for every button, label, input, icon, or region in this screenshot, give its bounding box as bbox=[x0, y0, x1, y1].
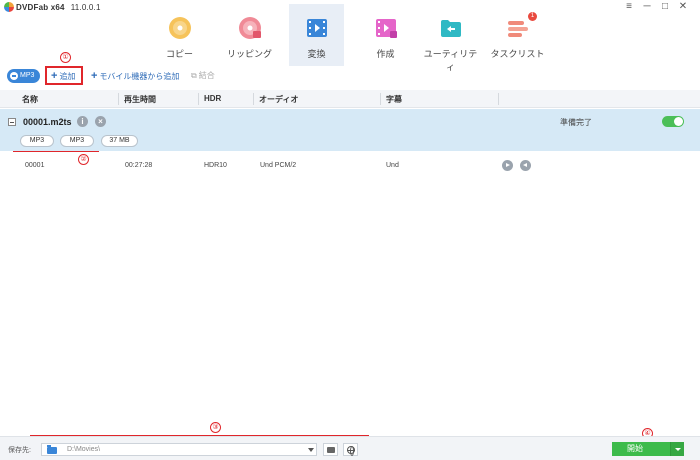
tab-converter[interactable]: 変換 bbox=[289, 4, 344, 66]
enable-toggle[interactable] bbox=[662, 116, 684, 127]
file-size-pill: 37 MB bbox=[101, 135, 138, 147]
back-icon[interactable] bbox=[520, 160, 531, 171]
merge-label: 結合 bbox=[198, 71, 215, 80]
app-name: DVDFab x64 bbox=[16, 3, 65, 12]
column-name: 名称 bbox=[22, 95, 38, 104]
annotation-3: ③ bbox=[210, 422, 221, 433]
merge-button[interactable]: ⧉ 結合 bbox=[191, 69, 215, 83]
folder-icon bbox=[47, 445, 57, 454]
app-window: DVDFab x64 11.0.0.1 ≡ ─ □ ✕ コピー リッピング 変換 bbox=[0, 0, 700, 460]
column-divider bbox=[198, 93, 199, 105]
browse-folder-button[interactable] bbox=[323, 443, 338, 456]
profile-icon bbox=[10, 72, 18, 80]
tab-task-list[interactable]: 1 タスクリスト bbox=[490, 4, 545, 66]
close-icon[interactable]: ✕ bbox=[676, 1, 690, 13]
open-folder-icon bbox=[327, 447, 335, 453]
add-from-mobile-button[interactable]: + モバイル機器から追加 bbox=[91, 69, 179, 83]
column-divider bbox=[380, 93, 381, 105]
task-count-badge: 1 bbox=[528, 12, 537, 21]
task-list-icon bbox=[508, 21, 528, 37]
tab-label: 変換 bbox=[307, 49, 326, 59]
save-path-field[interactable]: D:\Movies\ bbox=[41, 443, 317, 456]
output-format-pill[interactable]: MP3 bbox=[60, 135, 94, 147]
annotation-1: ① bbox=[60, 52, 71, 63]
copy-disc-icon bbox=[169, 17, 191, 39]
column-divider bbox=[253, 93, 254, 105]
remove-icon[interactable]: × bbox=[95, 116, 106, 127]
app-logo-icon bbox=[4, 2, 14, 12]
track-duration: 00:27:28 bbox=[125, 162, 153, 169]
tab-creator[interactable]: 作成 bbox=[358, 4, 413, 66]
tab-label: タスクリスト bbox=[490, 49, 545, 59]
app-version: 11.0.0.1 bbox=[70, 3, 101, 12]
merge-icon: ⧉ bbox=[191, 71, 197, 80]
ripper-disc-icon bbox=[239, 17, 261, 39]
column-divider bbox=[118, 93, 119, 105]
column-hdr: HDR bbox=[204, 94, 222, 103]
file-name: 00001.m2ts bbox=[23, 117, 72, 127]
play-icon[interactable] bbox=[502, 160, 513, 171]
column-audio: オーディオ bbox=[259, 95, 299, 104]
title-bar: DVDFab x64 11.0.0.1 ≡ ─ □ ✕ bbox=[0, 0, 700, 14]
chevron-down-icon[interactable] bbox=[308, 448, 314, 452]
profile-label: MP3 bbox=[20, 72, 35, 79]
tab-label: リッピング bbox=[226, 49, 272, 59]
annotation-box-add bbox=[45, 66, 83, 85]
table-row[interactable]: 00001.m2ts i × 準備完了 MP3 MP3 37 MB bbox=[0, 109, 700, 151]
save-path-value: D:\Movies\ bbox=[67, 446, 101, 453]
globe-icon bbox=[347, 446, 355, 456]
tab-utilities[interactable]: ユーティリティ bbox=[423, 4, 478, 72]
column-duration: 再生時間 bbox=[124, 95, 156, 104]
collapse-icon[interactable] bbox=[8, 118, 16, 126]
tab-copy[interactable]: コピー bbox=[152, 4, 207, 66]
plus-icon: + bbox=[91, 70, 98, 82]
toolbar: MP3 + 追加 + モバイル機器から追加 ⧉ 結合 bbox=[0, 66, 700, 86]
add-mobile-label: モバイル機器から追加 bbox=[99, 72, 180, 81]
start-button[interactable]: 開始 bbox=[612, 442, 670, 456]
menu-icon[interactable]: ≡ bbox=[622, 1, 636, 13]
start-options-button[interactable] bbox=[670, 442, 684, 456]
column-subtitle: 字幕 bbox=[386, 95, 402, 104]
track-subtitle: Und bbox=[386, 162, 399, 169]
track-hdr: HDR10 bbox=[204, 162, 227, 169]
audio-format-pill[interactable]: MP3 bbox=[20, 135, 54, 147]
maximize-icon[interactable]: □ bbox=[658, 1, 672, 13]
status-text: 準備完了 bbox=[560, 118, 592, 127]
minimize-icon[interactable]: ─ bbox=[640, 1, 654, 13]
save-to-label: 保存先: bbox=[8, 447, 31, 454]
converter-film-icon bbox=[307, 19, 327, 37]
info-icon[interactable]: i bbox=[77, 116, 88, 127]
track-name: 00001 bbox=[25, 162, 45, 169]
utilities-folder-icon bbox=[441, 20, 461, 37]
tab-label: 作成 bbox=[376, 49, 395, 59]
bottom-bar: 保存先: D:\Movies\ 開始 bbox=[0, 436, 700, 460]
track-audio: Und PCM/2 bbox=[260, 162, 297, 169]
tab-label: コピー bbox=[165, 49, 193, 59]
app-title: DVDFab x64 11.0.0.1 bbox=[16, 3, 101, 12]
creator-film-icon bbox=[376, 19, 397, 38]
network-location-button[interactable] bbox=[343, 443, 358, 456]
tab-ripper[interactable]: リッピング bbox=[222, 4, 277, 66]
table-header: 名称 再生時間 HDR オーディオ 字幕 bbox=[0, 90, 700, 108]
column-divider bbox=[498, 93, 499, 105]
table-row[interactable]: 00001 00:27:28 HDR10 Und PCM/2 Und bbox=[0, 157, 700, 177]
profile-selector-button[interactable]: MP3 bbox=[7, 69, 40, 83]
